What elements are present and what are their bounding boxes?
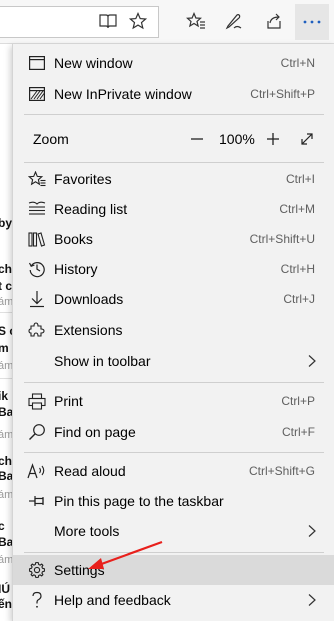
more-options-icon[interactable] (295, 4, 329, 40)
shortcut-label: Ctrl+H (280, 262, 315, 276)
favorites-hub-icon[interactable] (183, 8, 209, 34)
menu-item-pin-to-taskbar[interactable]: Pin this page to the taskbar (13, 486, 334, 516)
menu-item-zoom: Zoom 100% (13, 124, 334, 154)
shortcut-label: Ctrl+P (281, 394, 315, 408)
page-text-fragment: Ba (0, 405, 12, 419)
menu-item-label: Show in toolbar (54, 353, 151, 369)
menu-item-label: Print (54, 393, 83, 409)
menu-item-label: Help and feedback (54, 592, 171, 608)
menu-divider (24, 452, 324, 453)
shortcut-label: Ctrl+Shift+U (249, 232, 315, 246)
help-icon (27, 590, 47, 610)
browser-toolbar (0, 0, 334, 44)
menu-item-books[interactable]: Books Ctrl+Shift+U (13, 224, 334, 254)
menu-item-label: Reading list (54, 201, 128, 217)
read-aloud-icon (27, 461, 47, 481)
zoom-label: Zoom (33, 131, 69, 147)
menu-item-label: Books (54, 231, 93, 247)
page-text-fragment: ám (0, 296, 12, 308)
pen-icon[interactable] (221, 8, 247, 34)
page-background: by ch t c ám S c m ám ik Ba ám ch Ba ám … (0, 44, 12, 621)
favorites-icon (27, 169, 47, 189)
page-text-fragment: Ba (0, 469, 12, 483)
shortcut-label: Ctrl+Shift+P (250, 87, 315, 101)
page-text-fragment: c (0, 519, 5, 533)
zoom-level: 100% (219, 131, 255, 147)
page-text-fragment: Ba (0, 535, 12, 549)
menu-item-label: Extensions (54, 322, 123, 338)
page-text-fragment: ám (0, 360, 12, 372)
menu-item-print[interactable]: Print Ctrl+P (13, 386, 334, 416)
menu-item-label: History (54, 261, 98, 277)
menu-item-reading-list[interactable]: Reading list Ctrl+M (13, 194, 334, 224)
menu-item-label: Favorites (54, 171, 112, 187)
shortcut-label: Ctrl+M (279, 202, 315, 216)
menu-divider (24, 162, 324, 163)
menu-item-new-window[interactable]: New window Ctrl+N (13, 48, 334, 78)
menu-item-label: Settings (54, 562, 105, 578)
shortcut-label: Ctrl+I (285, 172, 315, 186)
search-icon (27, 422, 47, 442)
page-divider (0, 378, 12, 379)
menu-item-label: New InPrivate window (54, 86, 192, 102)
shortcut-label: Ctrl+J (283, 292, 315, 306)
menu-item-extensions[interactable]: Extensions (13, 315, 334, 345)
window-icon (27, 53, 47, 73)
zoom-out-icon[interactable] (187, 129, 207, 149)
menu-item-new-inprivate-window[interactable]: New InPrivate window Ctrl+Shift+P (13, 79, 334, 109)
books-icon (27, 229, 47, 249)
extensions-icon (27, 320, 47, 340)
page-text-fragment: ám (0, 429, 12, 441)
history-icon (27, 259, 47, 279)
menu-item-read-aloud[interactable]: Read aloud Ctrl+Shift+G (13, 456, 334, 486)
menu-divider (24, 382, 324, 383)
reading-view-icon[interactable] (95, 8, 121, 34)
menu-item-label: Find on page (54, 424, 136, 440)
zoom-in-icon[interactable] (263, 129, 283, 149)
chevron-right-icon (306, 524, 318, 538)
page-text-fragment: ến (0, 597, 12, 611)
menu-item-help-and-feedback[interactable]: Help and feedback (13, 585, 334, 615)
settings-and-more-menu: New window Ctrl+N New InPrivate window C… (12, 44, 334, 621)
gear-icon (27, 560, 47, 580)
shortcut-label: Ctrl+N (280, 56, 315, 70)
page-text-fragment: m (0, 341, 9, 355)
menu-item-more-tools[interactable]: More tools (13, 516, 334, 546)
inprivate-icon (27, 84, 47, 104)
menu-item-favorites[interactable]: Favorites Ctrl+I (13, 164, 334, 194)
menu-divider (24, 114, 324, 115)
page-text-fragment: by (0, 216, 12, 230)
chevron-right-icon (306, 593, 318, 607)
page-text-fragment: ch (0, 262, 12, 276)
menu-item-label: Read aloud (54, 463, 126, 479)
pin-icon (27, 491, 47, 511)
menu-item-downloads[interactable]: Downloads Ctrl+J (13, 284, 334, 314)
reading-list-icon (27, 199, 47, 219)
chevron-right-icon (306, 354, 318, 368)
page-text-fragment: ám (0, 489, 12, 501)
menu-divider (24, 552, 324, 553)
page-divider (0, 312, 12, 313)
menu-item-find-on-page[interactable]: Find on page Ctrl+F (13, 417, 334, 447)
page-text-fragment: ik (0, 389, 9, 403)
page-text-fragment: S c (0, 324, 12, 338)
shortcut-label: Ctrl+Shift+G (248, 464, 315, 478)
page-text-fragment: ám (0, 554, 12, 566)
menu-item-settings[interactable]: Settings (13, 555, 334, 585)
full-screen-icon[interactable] (297, 129, 317, 149)
menu-item-label: New window (54, 55, 133, 71)
star-icon[interactable] (125, 8, 151, 34)
menu-item-history[interactable]: History Ctrl+H (13, 254, 334, 284)
menu-item-label: Pin this page to the taskbar (54, 493, 224, 509)
download-icon (27, 289, 47, 309)
shortcut-label: Ctrl+F (282, 425, 315, 439)
menu-item-show-in-toolbar[interactable]: Show in toolbar (13, 346, 334, 376)
page-text-fragment: t c (0, 279, 12, 293)
menu-item-label: Downloads (54, 291, 124, 307)
print-icon (27, 391, 47, 411)
menu-item-label: More tools (54, 523, 120, 539)
share-icon[interactable] (261, 8, 287, 34)
page-text-fragment: ch (0, 454, 12, 468)
page-text-fragment: IÚ (0, 582, 10, 596)
